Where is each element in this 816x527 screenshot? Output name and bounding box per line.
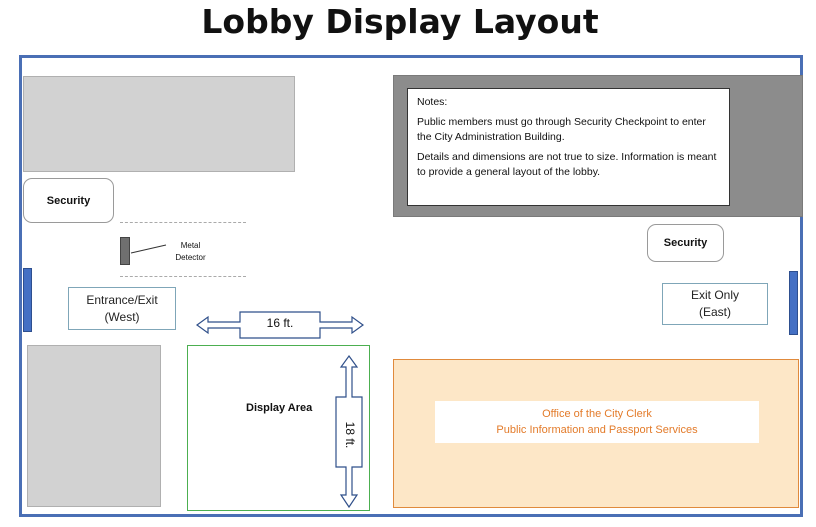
security-checkpoint-west: Security bbox=[23, 178, 114, 223]
security-west-label: Security bbox=[46, 194, 91, 207]
entrance-west-label: Entrance/Exit (West) bbox=[68, 287, 176, 330]
width-dimension-label: 16 ft. bbox=[266, 316, 294, 330]
west-door bbox=[23, 268, 32, 332]
exit-label-line-2: (East) bbox=[698, 305, 731, 319]
security-east-label: Security bbox=[663, 237, 708, 249]
clerk-label-line-2: Public Information and Passport Services bbox=[496, 424, 698, 436]
clerk-label-line-1: Office of the City Clerk bbox=[542, 408, 652, 420]
notes-box: Notes: Public members must go through Se… bbox=[407, 88, 730, 206]
entrance-label-line-2: (West) bbox=[104, 309, 140, 324]
height-dimension-label: 18 ft. bbox=[343, 421, 357, 449]
northwest-block bbox=[23, 76, 295, 172]
metal-label-line-2: Detector bbox=[175, 253, 206, 262]
metal-detector bbox=[120, 237, 130, 265]
checkpoint-line-north bbox=[120, 222, 246, 223]
display-area-label: Display Area bbox=[246, 402, 313, 414]
exit-label-line-1: Exit Only bbox=[690, 288, 739, 302]
checkpoint-line-south bbox=[120, 276, 246, 277]
security-checkpoint-east: Security bbox=[647, 224, 724, 262]
southwest-block bbox=[27, 345, 161, 507]
page-title: Lobby Display Layout bbox=[201, 2, 599, 41]
notes-heading: Notes: bbox=[417, 96, 448, 108]
metal-detector-label: Metal Detector bbox=[163, 240, 218, 264]
notes-line-1: Public members must go through Security … bbox=[417, 116, 706, 143]
exit-east-label: Exit Only (East) bbox=[662, 283, 768, 325]
entrance-label-line-1: Entrance/Exit bbox=[86, 292, 158, 307]
clerk-office-label: Office of the City Clerk Public Informat… bbox=[435, 401, 759, 443]
east-door bbox=[789, 271, 798, 335]
metal-label-line-1: Metal bbox=[180, 241, 201, 250]
notes-line-2: Details and dimensions are not true to s… bbox=[417, 151, 717, 178]
